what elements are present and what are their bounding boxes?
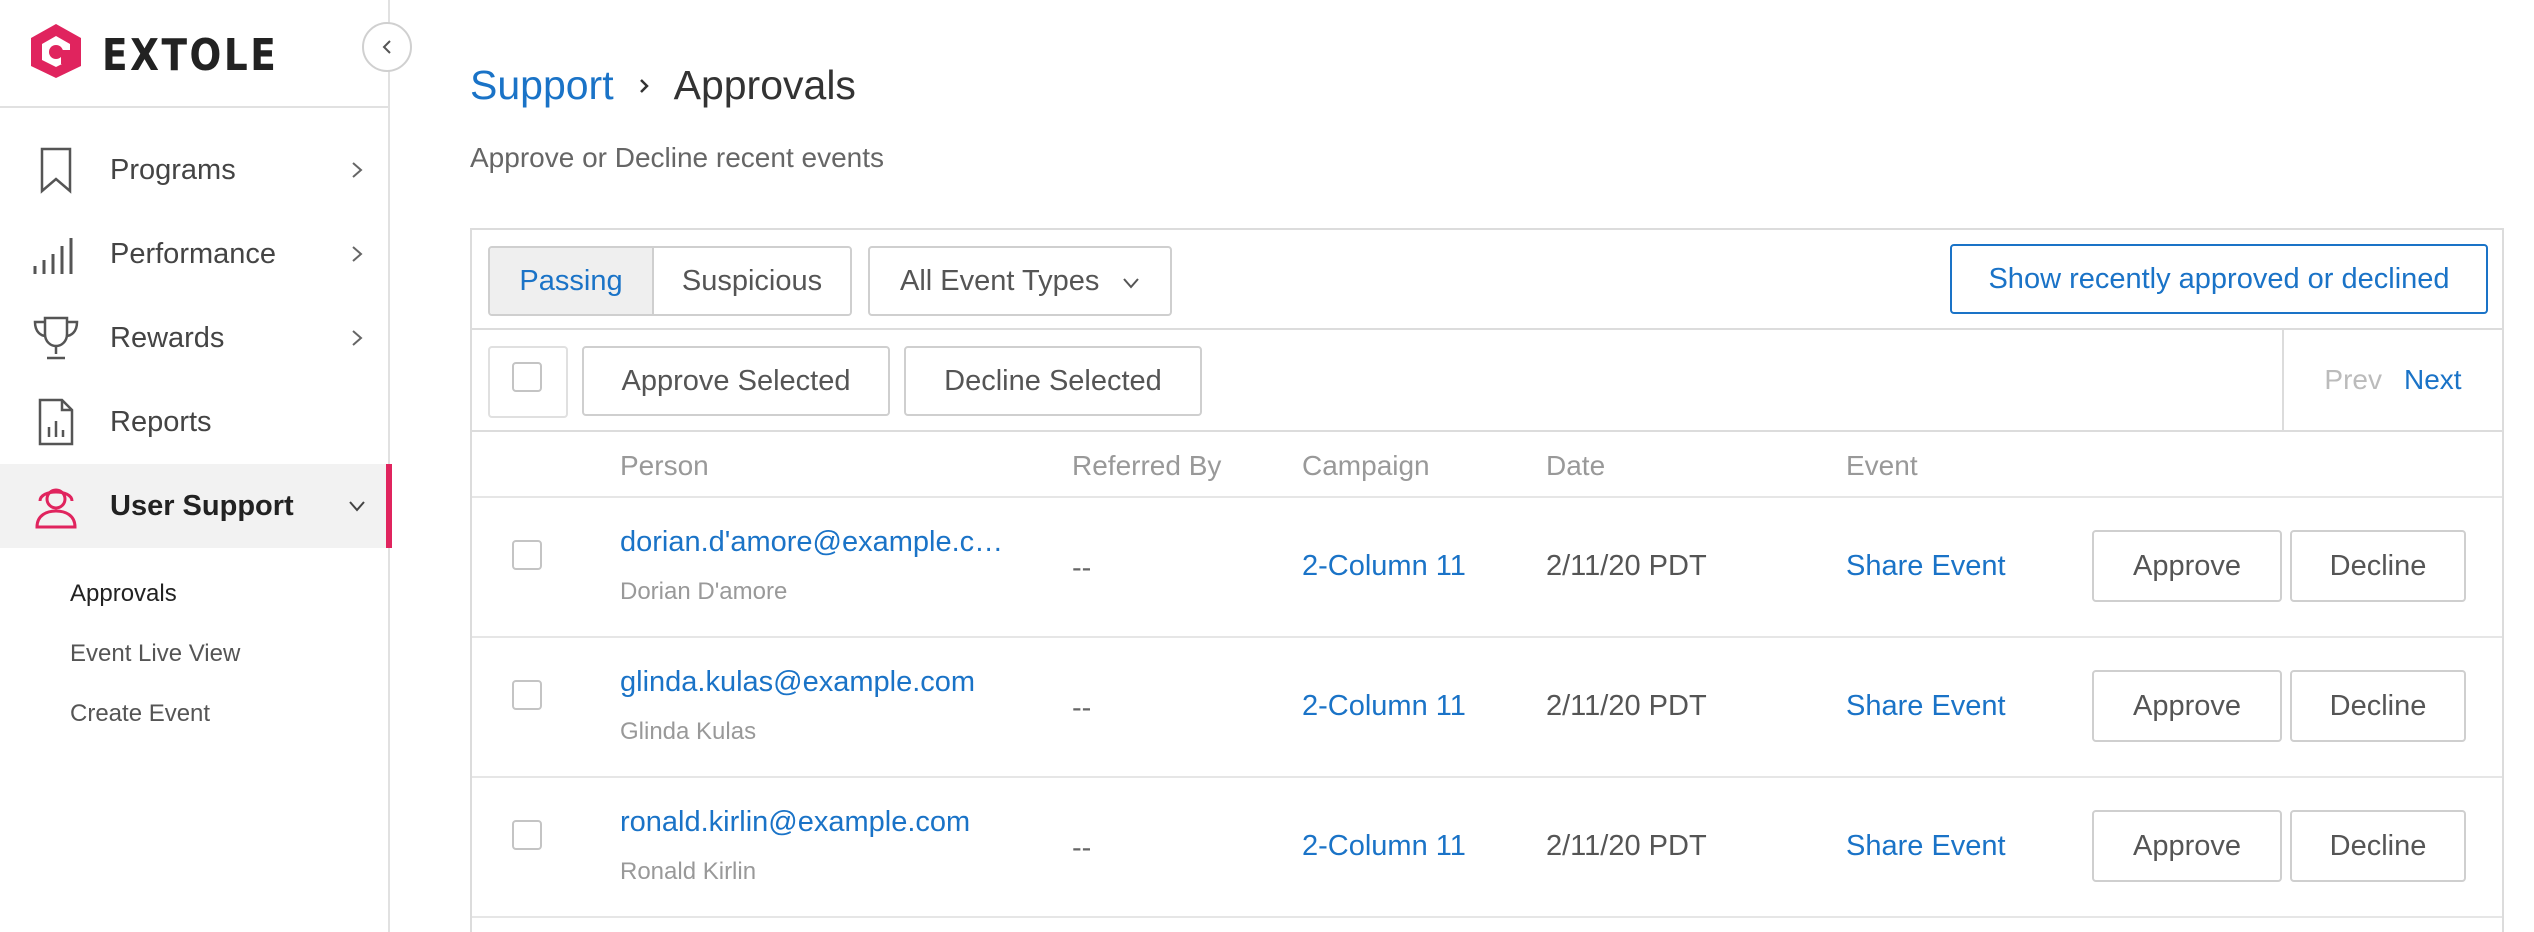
column-header-campaign: Campaign	[1302, 450, 1430, 481]
brand-name: EXTOLE	[102, 30, 279, 81]
person-email-link[interactable]: ronald.kirlin@example.com	[620, 806, 970, 839]
sidebar-item-rewards[interactable]: Rewards	[0, 296, 390, 380]
chevron-down-icon	[1123, 278, 1139, 289]
row-checkbox[interactable]	[512, 820, 542, 850]
sidebar-subitem-approvals[interactable]: Approvals	[70, 580, 177, 608]
event-date: 2/11/20 PDT	[1546, 690, 1707, 722]
column-header-date: Date	[1546, 450, 1606, 481]
event-date: 2/11/20 PDT	[1546, 550, 1707, 582]
referred-by: --	[1072, 692, 1092, 724]
table-header: Person Referred By Campaign Date Event	[472, 432, 2502, 498]
select-all-container	[488, 346, 568, 418]
decline-button[interactable]: Decline	[2290, 670, 2466, 742]
select-all-checkbox[interactable]	[512, 362, 542, 392]
tab-passing[interactable]: Passing	[490, 248, 654, 314]
table-row: dorian.d'amore@example.c… Dorian D'amore…	[472, 498, 2502, 638]
logo-area: EXTOLE	[0, 0, 390, 108]
breadcrumb-support-link[interactable]: Support	[470, 62, 614, 109]
chevron-right-icon	[352, 162, 363, 178]
show-recent-button[interactable]: Show recently approved or declined	[1950, 244, 2488, 314]
chevron-right-icon	[352, 246, 363, 262]
row-checkbox[interactable]	[512, 540, 542, 570]
row-checkbox[interactable]	[512, 680, 542, 710]
event-type-dropdown[interactable]: All Event Types	[868, 246, 1172, 316]
person-name: Ronald Kirlin	[620, 858, 757, 885]
decline-button[interactable]: Decline	[2290, 810, 2466, 882]
sidebar-item-label: User Support	[110, 489, 294, 522]
approve-button[interactable]: Approve	[2092, 810, 2282, 882]
approve-button[interactable]: Approve	[2092, 670, 2282, 742]
campaign-link[interactable]: 2-Column 11	[1302, 830, 1466, 863]
approvals-panel: Passing Suspicious All Event Types Show …	[470, 228, 2504, 932]
chevron-down-icon	[349, 501, 365, 512]
person-name: Dorian D'amore	[620, 578, 788, 605]
person-email-link[interactable]: glinda.kulas@example.com	[620, 666, 975, 699]
decline-button[interactable]: Decline	[2290, 530, 2466, 602]
sidebar-item-performance[interactable]: Performance	[0, 212, 390, 296]
tab-suspicious[interactable]: Suspicious	[654, 248, 850, 314]
extole-logo-icon	[31, 24, 81, 78]
approve-selected-button[interactable]: Approve Selected	[582, 346, 890, 416]
person-name: Glinda Kulas	[620, 718, 757, 745]
page-title: Approvals	[673, 62, 856, 108]
sidebar-subitem-event-live-view[interactable]: Event Live View	[70, 640, 240, 668]
event-type-value: All Event Types	[900, 264, 1100, 297]
support-headset-icon	[30, 480, 82, 532]
event-date: 2/11/20 PDT	[1546, 830, 1707, 862]
column-header-event: Event	[1846, 450, 1918, 481]
referred-by: --	[1072, 832, 1092, 864]
event-link[interactable]: Share Event	[1846, 690, 2006, 723]
pagination: Prev Next	[2282, 330, 2502, 430]
active-indicator	[386, 464, 392, 548]
breadcrumb: Support Approvals	[470, 62, 856, 109]
bookmark-icon	[30, 144, 82, 196]
chevron-right-icon	[639, 78, 649, 93]
page-subtitle: Approve or Decline recent events	[470, 142, 884, 173]
decline-selected-button[interactable]: Decline Selected	[904, 346, 1202, 416]
trophy-icon	[30, 312, 82, 364]
report-document-icon	[30, 396, 82, 448]
prev-page-button[interactable]: Prev	[2324, 364, 2382, 396]
campaign-link[interactable]: 2-Column 11	[1302, 690, 1466, 723]
bulk-action-bar: Approve Selected Decline Selected Prev N…	[472, 330, 2502, 432]
column-header-referred-by: Referred By	[1072, 450, 1222, 481]
chevron-right-icon	[352, 330, 363, 346]
sidebar: EXTOLE Programs Performance Rewards Repo…	[0, 0, 412, 932]
chevron-left-icon	[382, 40, 391, 54]
sidebar-item-label: Programs	[110, 153, 236, 186]
filter-toolbar: Passing Suspicious All Event Types Show …	[472, 230, 2502, 330]
table-row: glinda.kulas@example.com Glinda Kulas --…	[472, 638, 2502, 778]
sidebar-item-programs[interactable]: Programs	[0, 128, 390, 212]
campaign-link[interactable]: 2-Column 11	[1302, 550, 1466, 583]
next-page-button[interactable]: Next	[2404, 364, 2462, 396]
bar-chart-icon	[30, 228, 82, 280]
collapse-sidebar-button[interactable]	[362, 22, 412, 72]
sidebar-item-label: Performance	[110, 237, 277, 270]
status-tabs: Passing Suspicious	[488, 246, 852, 316]
table-row: ronald.kirlin@example.com Ronald Kirlin …	[472, 778, 2502, 918]
sidebar-item-label: Reports	[110, 405, 212, 438]
sidebar-item-reports[interactable]: Reports	[0, 380, 390, 464]
sidebar-item-user-support[interactable]: User Support	[0, 464, 392, 548]
approve-button[interactable]: Approve	[2092, 530, 2282, 602]
event-link[interactable]: Share Event	[1846, 830, 2006, 863]
column-header-person: Person	[620, 450, 709, 481]
sidebar-item-label: Rewards	[110, 321, 225, 354]
person-email-link[interactable]: dorian.d'amore@example.c…	[620, 526, 1003, 559]
event-link[interactable]: Share Event	[1846, 550, 2006, 583]
sidebar-subitem-create-event[interactable]: Create Event	[70, 700, 210, 728]
referred-by: --	[1072, 552, 1092, 584]
